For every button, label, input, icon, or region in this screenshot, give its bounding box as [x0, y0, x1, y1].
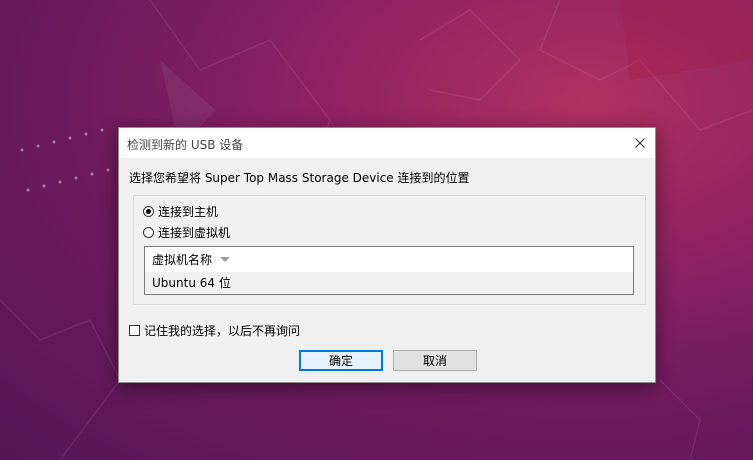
dialog-prompt: 选择您希望将 Super Top Mass Storage Device 连接到… [129, 171, 470, 185]
dialog-title: 检测到新的 USB 设备 [127, 138, 244, 152]
close-icon [635, 138, 645, 148]
remember-choice-checkbox[interactable] [129, 325, 140, 336]
ok-button[interactable]: 确定 [299, 350, 383, 371]
vm-list[interactable]: 虚拟机名称 Ubuntu 64 位 [144, 246, 634, 295]
sort-down-icon [220, 256, 231, 262]
usb-device-dialog: 检测到新的 USB 设备 选择您希望将 Super Top Mass Stora… [118, 127, 656, 383]
cancel-button[interactable]: 取消 [393, 350, 477, 371]
connect-vm-label: 连接到虚拟机 [158, 226, 231, 240]
vm-name-column-header[interactable]: 虚拟机名称 [152, 251, 212, 268]
close-button[interactable] [625, 128, 655, 158]
connect-vm-radio[interactable] [143, 227, 154, 238]
remember-choice-option[interactable]: 记住我的选择，以后不再询问 [129, 322, 300, 339]
remember-choice-label: 记住我的选择，以后不再询问 [144, 324, 301, 338]
connect-host-radio[interactable] [143, 206, 154, 217]
vm-list-item[interactable]: Ubuntu 64 位 [145, 272, 633, 294]
connection-options-group: 连接到主机 连接到虚拟机 虚拟机名称 Ubuntu 64 位 [133, 195, 646, 305]
connect-vm-option[interactable]: 连接到虚拟机 [143, 224, 230, 241]
dialog-titlebar[interactable]: 检测到新的 USB 设备 [119, 128, 655, 158]
vm-list-header[interactable]: 虚拟机名称 [145, 247, 633, 272]
connect-host-option[interactable]: 连接到主机 [143, 203, 218, 220]
connect-host-label: 连接到主机 [158, 205, 219, 219]
